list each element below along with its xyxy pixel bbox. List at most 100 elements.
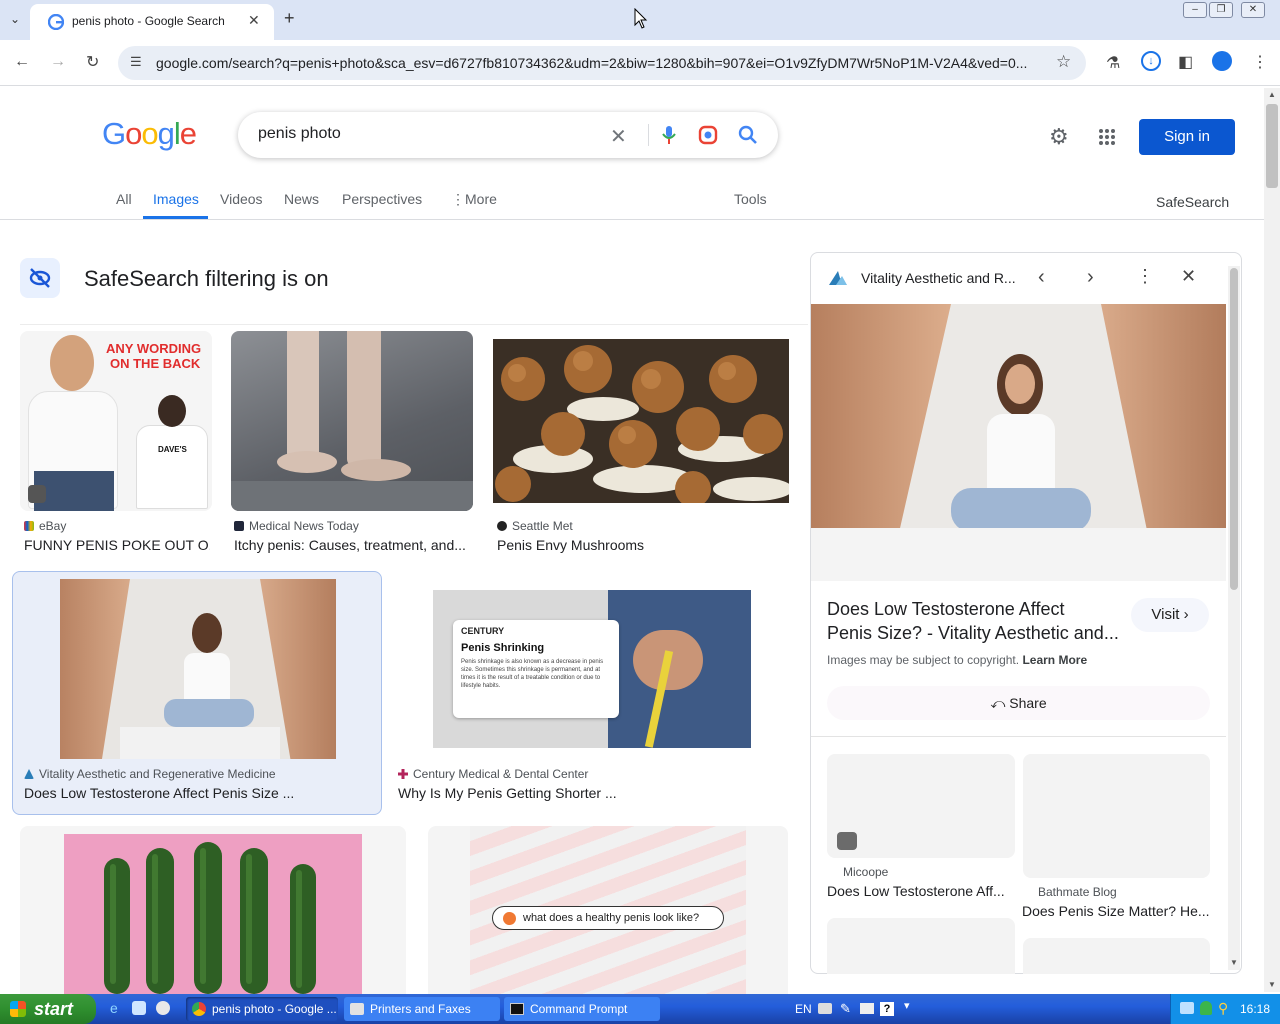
- tab-videos[interactable]: Videos: [220, 191, 263, 207]
- scroll-down-icon[interactable]: ▼: [1268, 980, 1276, 989]
- reload-icon[interactable]: ↻: [86, 52, 99, 72]
- related-image-2[interactable]: [1023, 754, 1210, 878]
- search-icon[interactable]: [738, 125, 758, 145]
- security-tray-icon[interactable]: [1200, 1001, 1212, 1015]
- task-cmd[interactable]: Command Prompt: [504, 997, 660, 1021]
- visit-button[interactable]: Visit ›: [1131, 598, 1209, 632]
- bookmark-star-icon[interactable]: ☆: [1056, 52, 1071, 72]
- panel-site-name[interactable]: Vitality Aesthetic and R...: [861, 270, 1016, 286]
- related-image-3[interactable]: [827, 918, 1015, 974]
- result-image-sexual-health[interactable]: what does a healthy penis look like?: [428, 826, 788, 994]
- side-panel-icon[interactable]: ◧: [1178, 52, 1193, 72]
- tab-news[interactable]: News: [284, 191, 319, 207]
- learn-more-link[interactable]: Learn More: [1022, 653, 1087, 667]
- search-tray-icon[interactable]: ⚲: [1218, 1000, 1228, 1017]
- sign-in-button[interactable]: Sign in: [1139, 119, 1235, 155]
- panel-menu-icon[interactable]: ⋮: [1136, 266, 1154, 287]
- next-icon[interactable]: ›: [1087, 266, 1094, 289]
- tab-search-button[interactable]: ⌄: [10, 12, 20, 26]
- result-image-vitality[interactable]: [60, 579, 336, 759]
- search-box[interactable]: penis photo ✕: [238, 112, 778, 158]
- ime-icon[interactable]: [860, 1003, 874, 1014]
- tab-perspectives[interactable]: Perspectives: [342, 191, 422, 207]
- voice-search-icon[interactable]: [662, 125, 676, 145]
- minimize-button[interactable]: –: [1183, 2, 1207, 18]
- result-image-ebay[interactable]: ANY WORDING ON THE BACK DAVE'S: [20, 331, 212, 511]
- result-source[interactable]: Seattle Met: [497, 519, 573, 533]
- overlay-text-1: ANY WORDING: [106, 341, 202, 356]
- google-logo[interactable]: Google: [102, 116, 197, 152]
- language-indicator[interactable]: EN: [795, 1002, 812, 1016]
- clock[interactable]: 16:18: [1240, 1002, 1270, 1016]
- result-caption[interactable]: Does Low Testosterone Affect Penis Size …: [24, 785, 374, 801]
- share-label: Share: [1009, 695, 1047, 711]
- browser-tab[interactable]: penis photo - Google Search ✕: [30, 4, 274, 40]
- explorer-quicklaunch-icon[interactable]: [132, 1001, 146, 1015]
- result-image-feet[interactable]: [231, 331, 473, 511]
- related-image-4[interactable]: [1023, 938, 1210, 974]
- clear-search-icon[interactable]: ✕: [610, 124, 627, 149]
- restore-button[interactable]: ❐: [1209, 2, 1233, 18]
- tab-all[interactable]: All: [116, 191, 132, 207]
- network-tray-icon[interactable]: [1180, 1002, 1194, 1014]
- panel-scroll-down-icon[interactable]: ▼: [1230, 958, 1238, 967]
- pen-icon[interactable]: ✎: [840, 1001, 851, 1017]
- task-printers[interactable]: Printers and Faxes: [344, 997, 500, 1021]
- result-caption[interactable]: Why Is My Penis Getting Shorter ...: [398, 785, 788, 801]
- result-source[interactable]: Vitality Aesthetic and Regenerative Medi…: [24, 767, 276, 781]
- result-caption[interactable]: FUNNY PENIS POKE OUT O...: [24, 537, 210, 553]
- panel-title-line-2[interactable]: Penis Size? - Vitality Aesthetic and...: [827, 623, 1119, 644]
- related-source[interactable]: Bathmate Blog: [1038, 885, 1117, 899]
- tab-close-icon[interactable]: ✕: [248, 12, 260, 29]
- panel-title-line-1[interactable]: Does Low Testosterone Affect: [827, 599, 1064, 620]
- ie-quicklaunch-icon[interactable]: e: [110, 1000, 118, 1016]
- result-caption[interactable]: Itchy penis: Causes, treatment, and...: [234, 537, 472, 553]
- panel-preview-image[interactable]: [811, 304, 1226, 581]
- search-input[interactable]: penis photo: [258, 125, 341, 143]
- result-source[interactable]: Century Medical & Dental Center: [398, 767, 588, 781]
- media-quicklaunch-icon[interactable]: [156, 1001, 170, 1015]
- panel-scrollbar-thumb[interactable]: [1230, 268, 1238, 590]
- address-bar[interactable]: ☰ google.com/search?q=penis+photo&sca_es…: [118, 46, 1086, 80]
- keyboard-icon[interactable]: [818, 1003, 832, 1014]
- back-icon[interactable]: ←: [14, 53, 30, 71]
- start-button[interactable]: start: [0, 994, 96, 1024]
- options-icon[interactable]: ▾: [904, 999, 910, 1012]
- tab-strip: ⌄ penis photo - Google Search ✕ + – ❐ ✕: [0, 0, 1280, 40]
- related-caption[interactable]: Does Low Testosterone Aff...: [827, 883, 1013, 899]
- help-icon[interactable]: ?: [880, 1002, 894, 1016]
- close-window-button[interactable]: ✕: [1241, 2, 1265, 18]
- apps-grid-icon[interactable]: [1098, 128, 1116, 146]
- result-image-mushrooms[interactable]: [493, 339, 789, 503]
- site-info-icon[interactable]: ☰: [130, 54, 142, 70]
- download-icon[interactable]: ↓: [1141, 51, 1161, 71]
- related-image-1[interactable]: [827, 754, 1015, 858]
- result-image-century[interactable]: CENTURY Penis Shrinking Penis shrinkage …: [433, 590, 751, 748]
- new-tab-button[interactable]: +: [284, 8, 295, 29]
- more-dots-icon[interactable]: ⋮: [451, 191, 465, 208]
- panel-close-icon[interactable]: ✕: [1181, 266, 1196, 287]
- related-source[interactable]: Micoope: [843, 865, 888, 879]
- previous-icon[interactable]: ‹: [1038, 266, 1045, 289]
- labs-flask-icon[interactable]: ⚗: [1106, 53, 1120, 73]
- share-button[interactable]: ⤺ Share: [827, 686, 1210, 720]
- browser-menu-icon[interactable]: ⋮: [1252, 52, 1268, 72]
- result-image-cucumbers[interactable]: [20, 826, 406, 994]
- lens-search-icon[interactable]: [698, 125, 718, 145]
- url-text[interactable]: google.com/search?q=penis+photo&sca_esv=…: [156, 55, 1048, 71]
- related-caption[interactable]: Does Penis Size Matter? He...: [1022, 903, 1210, 919]
- safesearch-button[interactable]: SafeSearch: [1156, 194, 1229, 210]
- profile-avatar-icon[interactable]: [1212, 51, 1232, 71]
- scroll-up-icon[interactable]: ▲: [1268, 90, 1276, 99]
- settings-gear-icon[interactable]: ⚙: [1049, 124, 1069, 150]
- page-scrollbar[interactable]: [1264, 88, 1280, 992]
- page-scrollbar-thumb[interactable]: [1266, 104, 1278, 188]
- result-caption[interactable]: Penis Envy Mushrooms: [497, 537, 787, 553]
- tab-images[interactable]: Images: [153, 191, 199, 207]
- result-source[interactable]: Medical News Today: [234, 519, 359, 533]
- task-chrome[interactable]: penis photo - Google ...: [186, 997, 338, 1021]
- tab-more[interactable]: More: [465, 191, 497, 207]
- result-source[interactable]: eBay: [24, 519, 66, 533]
- tools-button[interactable]: Tools: [734, 191, 767, 207]
- forward-icon[interactable]: →: [50, 53, 66, 71]
